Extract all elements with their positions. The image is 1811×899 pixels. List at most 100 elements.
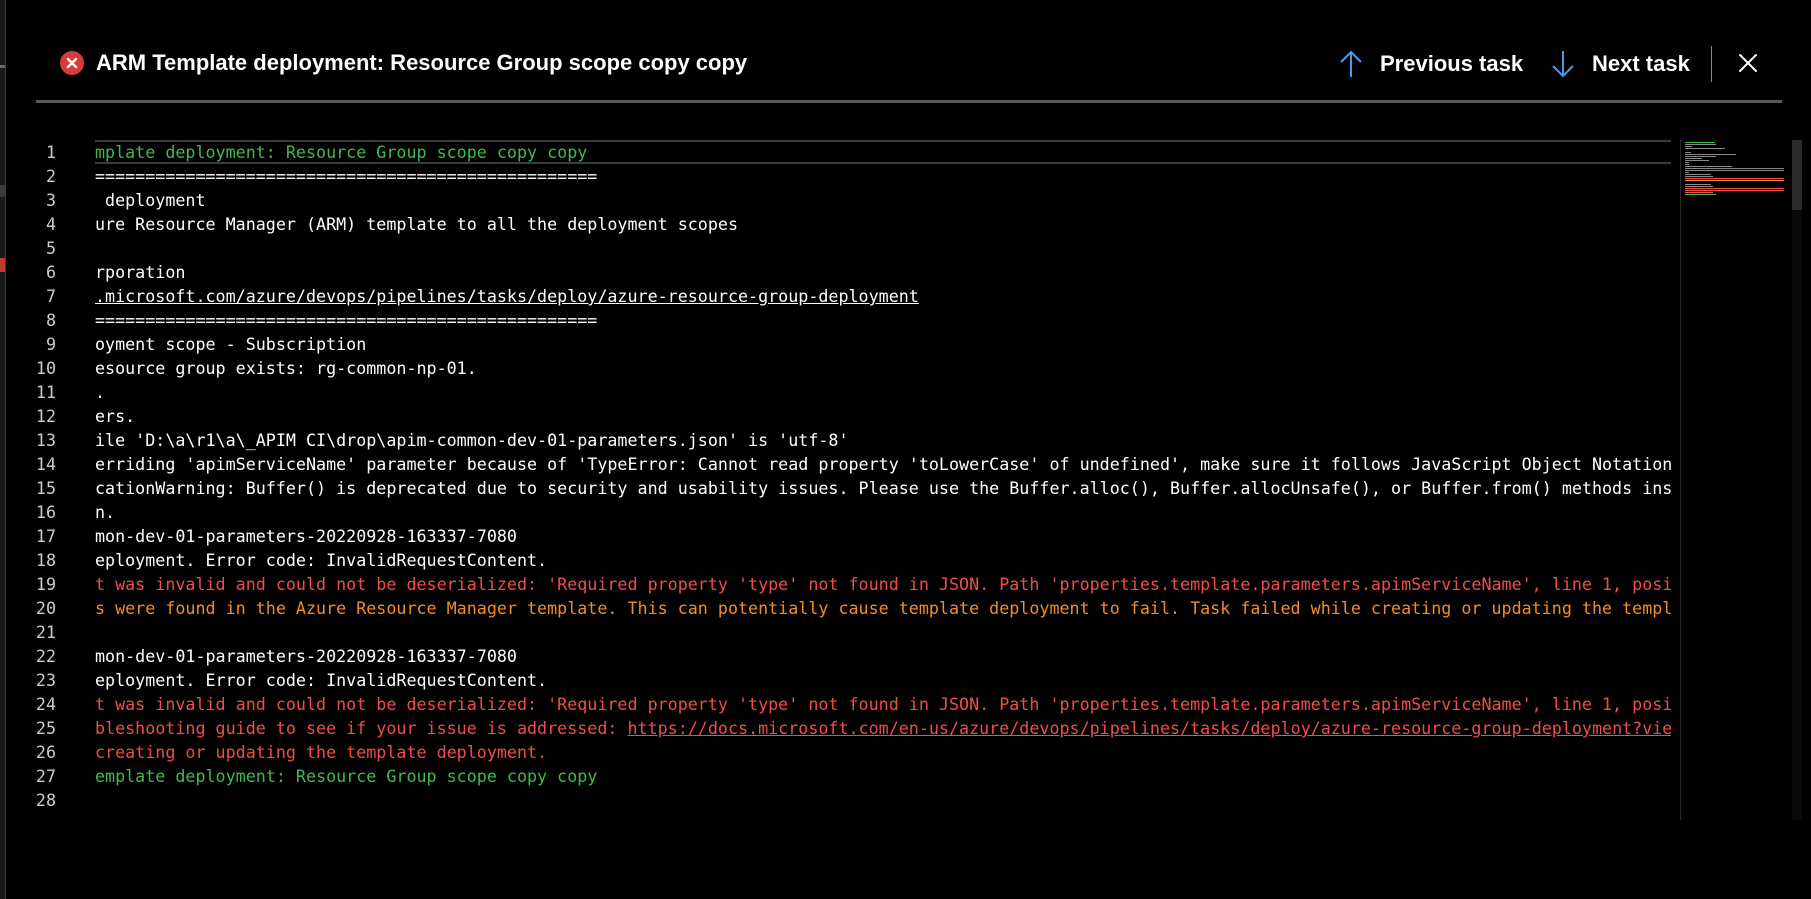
line-number: 26: [35, 742, 56, 762]
log-line: 20 s were found in the Azure Resource Man…: [6, 596, 1671, 620]
log-line: 14 erriding 'apimServiceName' parameter b…: [6, 452, 1671, 476]
line-number: 10: [35, 358, 56, 378]
minimap-row: [1685, 174, 1712, 175]
log-text-content: .: [95, 382, 106, 402]
log-line: 26 creating or updating the template depl…: [6, 740, 1671, 764]
minimap-row: [1685, 146, 1692, 147]
previous-task-label: Previous task: [1380, 51, 1524, 76]
log-line: 7 .microsoft.com/azure/devops/pipelines/t…: [6, 284, 1671, 308]
line-number: 3: [45, 190, 56, 210]
log-text-content: mplate deployment: Resource Group scope …: [95, 142, 588, 162]
log-line: 17 mon-dev-01-parameters-20220928-163337-…: [6, 524, 1671, 548]
minimap-row: [1685, 176, 1713, 177]
minimap-row: [1685, 154, 1736, 155]
minimap-row: [1685, 148, 1725, 149]
log-text: n.: [95, 500, 1671, 524]
minimap-row: [1685, 170, 1784, 171]
log-text-content: creating or updating the template deploy…: [95, 742, 548, 762]
line-number: 21: [35, 622, 56, 642]
log-text: cationWarning: Buffer() is deprecated du…: [95, 476, 1671, 500]
minimap-row: [1685, 158, 1702, 159]
log-text: t was invalid and could not be deseriali…: [95, 572, 1671, 596]
log-line: 5: [6, 236, 1671, 260]
log-text-content: deployment: [95, 190, 206, 210]
log-text: rporation: [95, 260, 1671, 284]
minimap-row: [1685, 186, 1713, 187]
log-text-content: cationWarning: Buffer() is deprecated du…: [95, 478, 1671, 498]
log-text-content: oyment scope - Subscription: [95, 334, 367, 354]
close-button[interactable]: [1733, 48, 1763, 78]
log-line: 9 oyment scope - Subscription: [6, 332, 1671, 356]
log-viewer[interactable]: 1 mplate deployment: Resource Group scope…: [6, 140, 1786, 820]
log-line: 25 bleshooting guide to see if your issue…: [6, 716, 1671, 740]
line-number: 11: [35, 382, 56, 402]
line-number: 16: [35, 502, 56, 522]
log-line: 22 mon-dev-01-parameters-20220928-163337-…: [6, 644, 1671, 668]
line-number: 15: [35, 478, 56, 498]
log-text-content: ers.: [95, 406, 136, 426]
log-line: 3 deployment: [6, 188, 1671, 212]
log-link[interactable]: .microsoft.com/azure/devops/pipelines/ta…: [95, 286, 919, 306]
log-minimap[interactable]: [1680, 140, 1793, 820]
log-text: ile 'D:\a\r1\a\_APIM CI\drop\apim-common…: [95, 428, 1671, 452]
log-line: 19 t was invalid and could not be deseria…: [6, 572, 1671, 596]
log-text: emplate deployment: Resource Group scope…: [95, 764, 1671, 788]
line-number: 27: [35, 766, 56, 786]
minimap-row: [1685, 164, 1689, 165]
log-line: 1 mplate deployment: Resource Group scope…: [6, 140, 1671, 164]
log-text-content: t was invalid and could not be deseriali…: [95, 574, 1671, 594]
minimap-row: [1685, 188, 1784, 189]
log-text: .: [95, 380, 1671, 404]
close-icon: [1739, 54, 1757, 72]
log-text: mon-dev-01-parameters-20220928-163337-70…: [95, 644, 1671, 668]
line-number: 1: [45, 142, 56, 162]
minimap-row: [1685, 162, 1689, 163]
log-line: 6 rporation: [6, 260, 1671, 284]
log-scrollbar[interactable]: [1792, 140, 1802, 820]
log-text-content: bleshooting guide to see if your issue i…: [95, 718, 628, 738]
log-line: 11.: [6, 380, 1671, 404]
line-number: 28: [35, 790, 56, 810]
log-link[interactable]: https://docs.microsoft.com/en-us/azure/d…: [627, 718, 1671, 738]
arrow-up-icon: [1340, 50, 1362, 77]
log-text-content: n.: [95, 502, 116, 522]
line-number: 19: [35, 574, 56, 594]
log-text-content: emplate deployment: Resource Group scope…: [95, 766, 598, 786]
log-text: bleshooting guide to see if your issue i…: [95, 716, 1671, 740]
log-text-content: ure Resource Manager (ARM) template to a…: [95, 214, 738, 234]
line-number: 6: [45, 262, 56, 282]
log-text: mplate deployment: Resource Group scope …: [95, 140, 1671, 164]
log-line: 15 cationWarning: Buffer() is deprecated …: [6, 476, 1671, 500]
minimap-row: [1685, 142, 1716, 143]
line-number: 20: [35, 598, 56, 618]
log-text-content: esource group exists: rg-common-np-01.: [95, 358, 477, 378]
minimap-row: [1685, 160, 1709, 161]
line-number: 25: [35, 718, 56, 738]
scrollbar-thumb[interactable]: [1792, 140, 1802, 210]
next-task-label: Next task: [1592, 51, 1690, 76]
log-text: t was invalid and could not be deseriali…: [95, 692, 1671, 716]
log-line: 13 ile 'D:\a\r1\a\_APIM CI\drop\apim-comm…: [6, 428, 1671, 452]
log-text: eployment. Error code: InvalidRequestCon…: [95, 548, 1671, 572]
minimap-row: [1685, 190, 1784, 191]
log-text: s were found in the Azure Resource Manag…: [95, 596, 1671, 620]
log-text: deployment: [95, 188, 1671, 212]
minimap-row: [1685, 166, 1732, 167]
previous-task-button[interactable]: Previous task: [1338, 44, 1523, 84]
log-line: 10 esource group exists: rg-common-np-01.: [6, 356, 1671, 380]
task-log-panel: ARM Template deployment: Resource Group …: [5, 0, 1811, 899]
line-number: 4: [45, 214, 56, 234]
line-number: 17: [35, 526, 56, 546]
log-line: 12 ers.: [6, 404, 1671, 428]
log-line: 2 =======================================…: [6, 164, 1671, 188]
minimap-row: [1685, 172, 1689, 173]
log-text: eployment. Error code: InvalidRequestCon…: [95, 668, 1671, 692]
line-number: 24: [35, 694, 56, 714]
line-number: 14: [35, 454, 56, 474]
log-text-content: eployment. Error code: InvalidRequestCon…: [95, 670, 548, 690]
log-line: 8 =======================================…: [6, 308, 1671, 332]
line-number: 12: [35, 406, 56, 426]
log-text: oyment scope - Subscription: [95, 332, 1671, 356]
log-text-content: mon-dev-01-parameters-20220928-163337-70…: [95, 526, 517, 546]
next-task-button[interactable]: Next task: [1550, 44, 1690, 84]
